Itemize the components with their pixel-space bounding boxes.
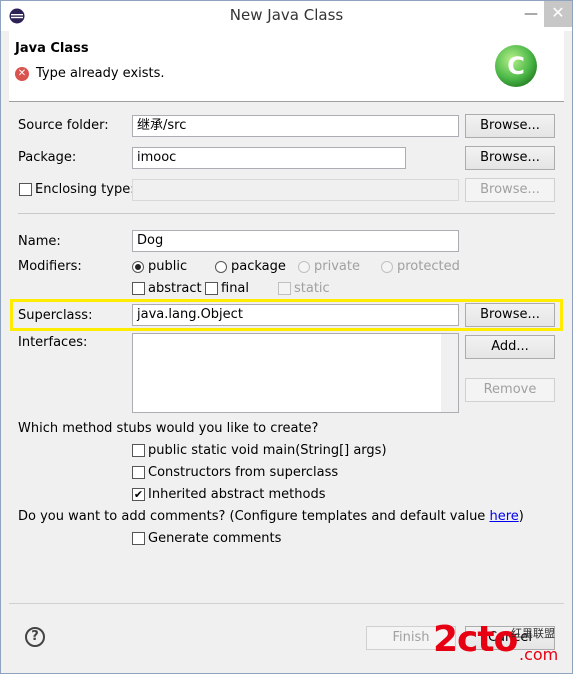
enclosing-type-checkbox[interactable]	[19, 183, 32, 196]
java-class-logo-icon: C	[495, 45, 537, 87]
modifier-abstract-label: abstract	[148, 281, 202, 296]
stub-main-checkbox[interactable]	[132, 444, 145, 457]
superclass-label: Superclass:	[18, 308, 93, 323]
modifier-static-label: static	[294, 281, 330, 296]
source-folder-label: Source folder:	[18, 118, 109, 133]
modifier-public-label: public	[148, 259, 188, 274]
name-field[interactable]: Dog	[132, 230, 459, 252]
modifier-package-radio[interactable]	[215, 261, 227, 273]
close-button[interactable]: ✕	[544, 1, 572, 27]
watermark-domain: .com	[519, 645, 559, 664]
modifier-package-label: package	[231, 259, 286, 274]
interfaces-add-button[interactable]: Add...	[465, 335, 555, 359]
stub-main-label: public static void main(String[] args)	[148, 443, 387, 458]
modifier-private-radio	[298, 261, 310, 273]
modifier-static-checkbox	[278, 282, 291, 295]
new-java-class-dialog: New Java Class — ✕ Java Class ✕ Type alr…	[0, 0, 573, 674]
name-label: Name:	[18, 234, 61, 249]
enclosing-type-label: Enclosing type:	[35, 182, 135, 197]
watermark-logo: 2cto .com 红黑联盟	[433, 619, 573, 673]
stub-constructors-label: Constructors from superclass	[148, 465, 339, 480]
generate-comments-checkbox[interactable]	[132, 532, 145, 545]
wizard-header: Java Class ✕ Type already exists. C	[9, 31, 564, 101]
source-folder-field[interactable]: 继承/src	[132, 115, 459, 137]
stub-constructors-checkbox[interactable]	[132, 466, 145, 479]
modifier-abstract-checkbox[interactable]	[132, 282, 145, 295]
header-divider	[9, 101, 564, 102]
package-browse-button[interactable]: Browse...	[465, 146, 555, 170]
interfaces-label: Interfaces:	[18, 335, 88, 350]
comments-question-end: )	[518, 509, 524, 524]
package-label: Package:	[18, 150, 77, 165]
interfaces-scrollbar[interactable]	[441, 334, 458, 412]
interfaces-list[interactable]	[132, 333, 459, 413]
section-divider	[18, 213, 555, 214]
superclass-browse-button[interactable]: Browse...	[465, 303, 555, 327]
modifier-final-checkbox[interactable]	[205, 282, 218, 295]
modifier-public-radio[interactable]	[132, 261, 144, 273]
footer-divider	[9, 603, 564, 604]
superclass-field[interactable]: java.lang.Object	[132, 304, 459, 326]
modifier-protected-label: protected	[397, 259, 460, 274]
error-message: Type already exists.	[36, 66, 165, 81]
modifier-private-label: private	[314, 259, 360, 274]
error-icon: ✕	[15, 67, 29, 81]
wizard-title: Java Class	[15, 41, 89, 56]
comments-question: Do you want to add comments? (Configure …	[18, 509, 524, 524]
interfaces-remove-button: Remove	[465, 378, 555, 402]
modifiers-label: Modifiers:	[18, 259, 82, 274]
svg-text:C: C	[507, 52, 525, 80]
enclosing-type-field	[132, 179, 459, 201]
window-title: New Java Class	[229, 6, 344, 24]
stub-inherited-checkbox[interactable]: ✔	[132, 488, 145, 501]
watermark-cn: 红黑联盟	[511, 627, 555, 640]
generate-comments-label: Generate comments	[148, 531, 282, 546]
source-folder-browse-button[interactable]: Browse...	[465, 114, 555, 138]
modifier-final-label: final	[221, 281, 250, 296]
configure-templates-link[interactable]: here	[489, 509, 518, 524]
comments-question-text: Do you want to add comments? (Configure …	[18, 509, 490, 524]
help-icon[interactable]: ?	[25, 627, 45, 647]
title-bar: New Java Class — ✕	[1, 1, 572, 31]
stub-inherited-label: Inherited abstract methods	[148, 487, 326, 502]
watermark-text: 2cto	[433, 619, 518, 660]
package-field[interactable]: imooc	[132, 147, 406, 169]
minimize-button[interactable]: —	[518, 7, 544, 25]
method-stubs-question: Which method stubs would you like to cre…	[18, 421, 319, 436]
enclosing-type-browse-button: Browse...	[465, 178, 555, 202]
modifier-protected-radio	[381, 261, 393, 273]
